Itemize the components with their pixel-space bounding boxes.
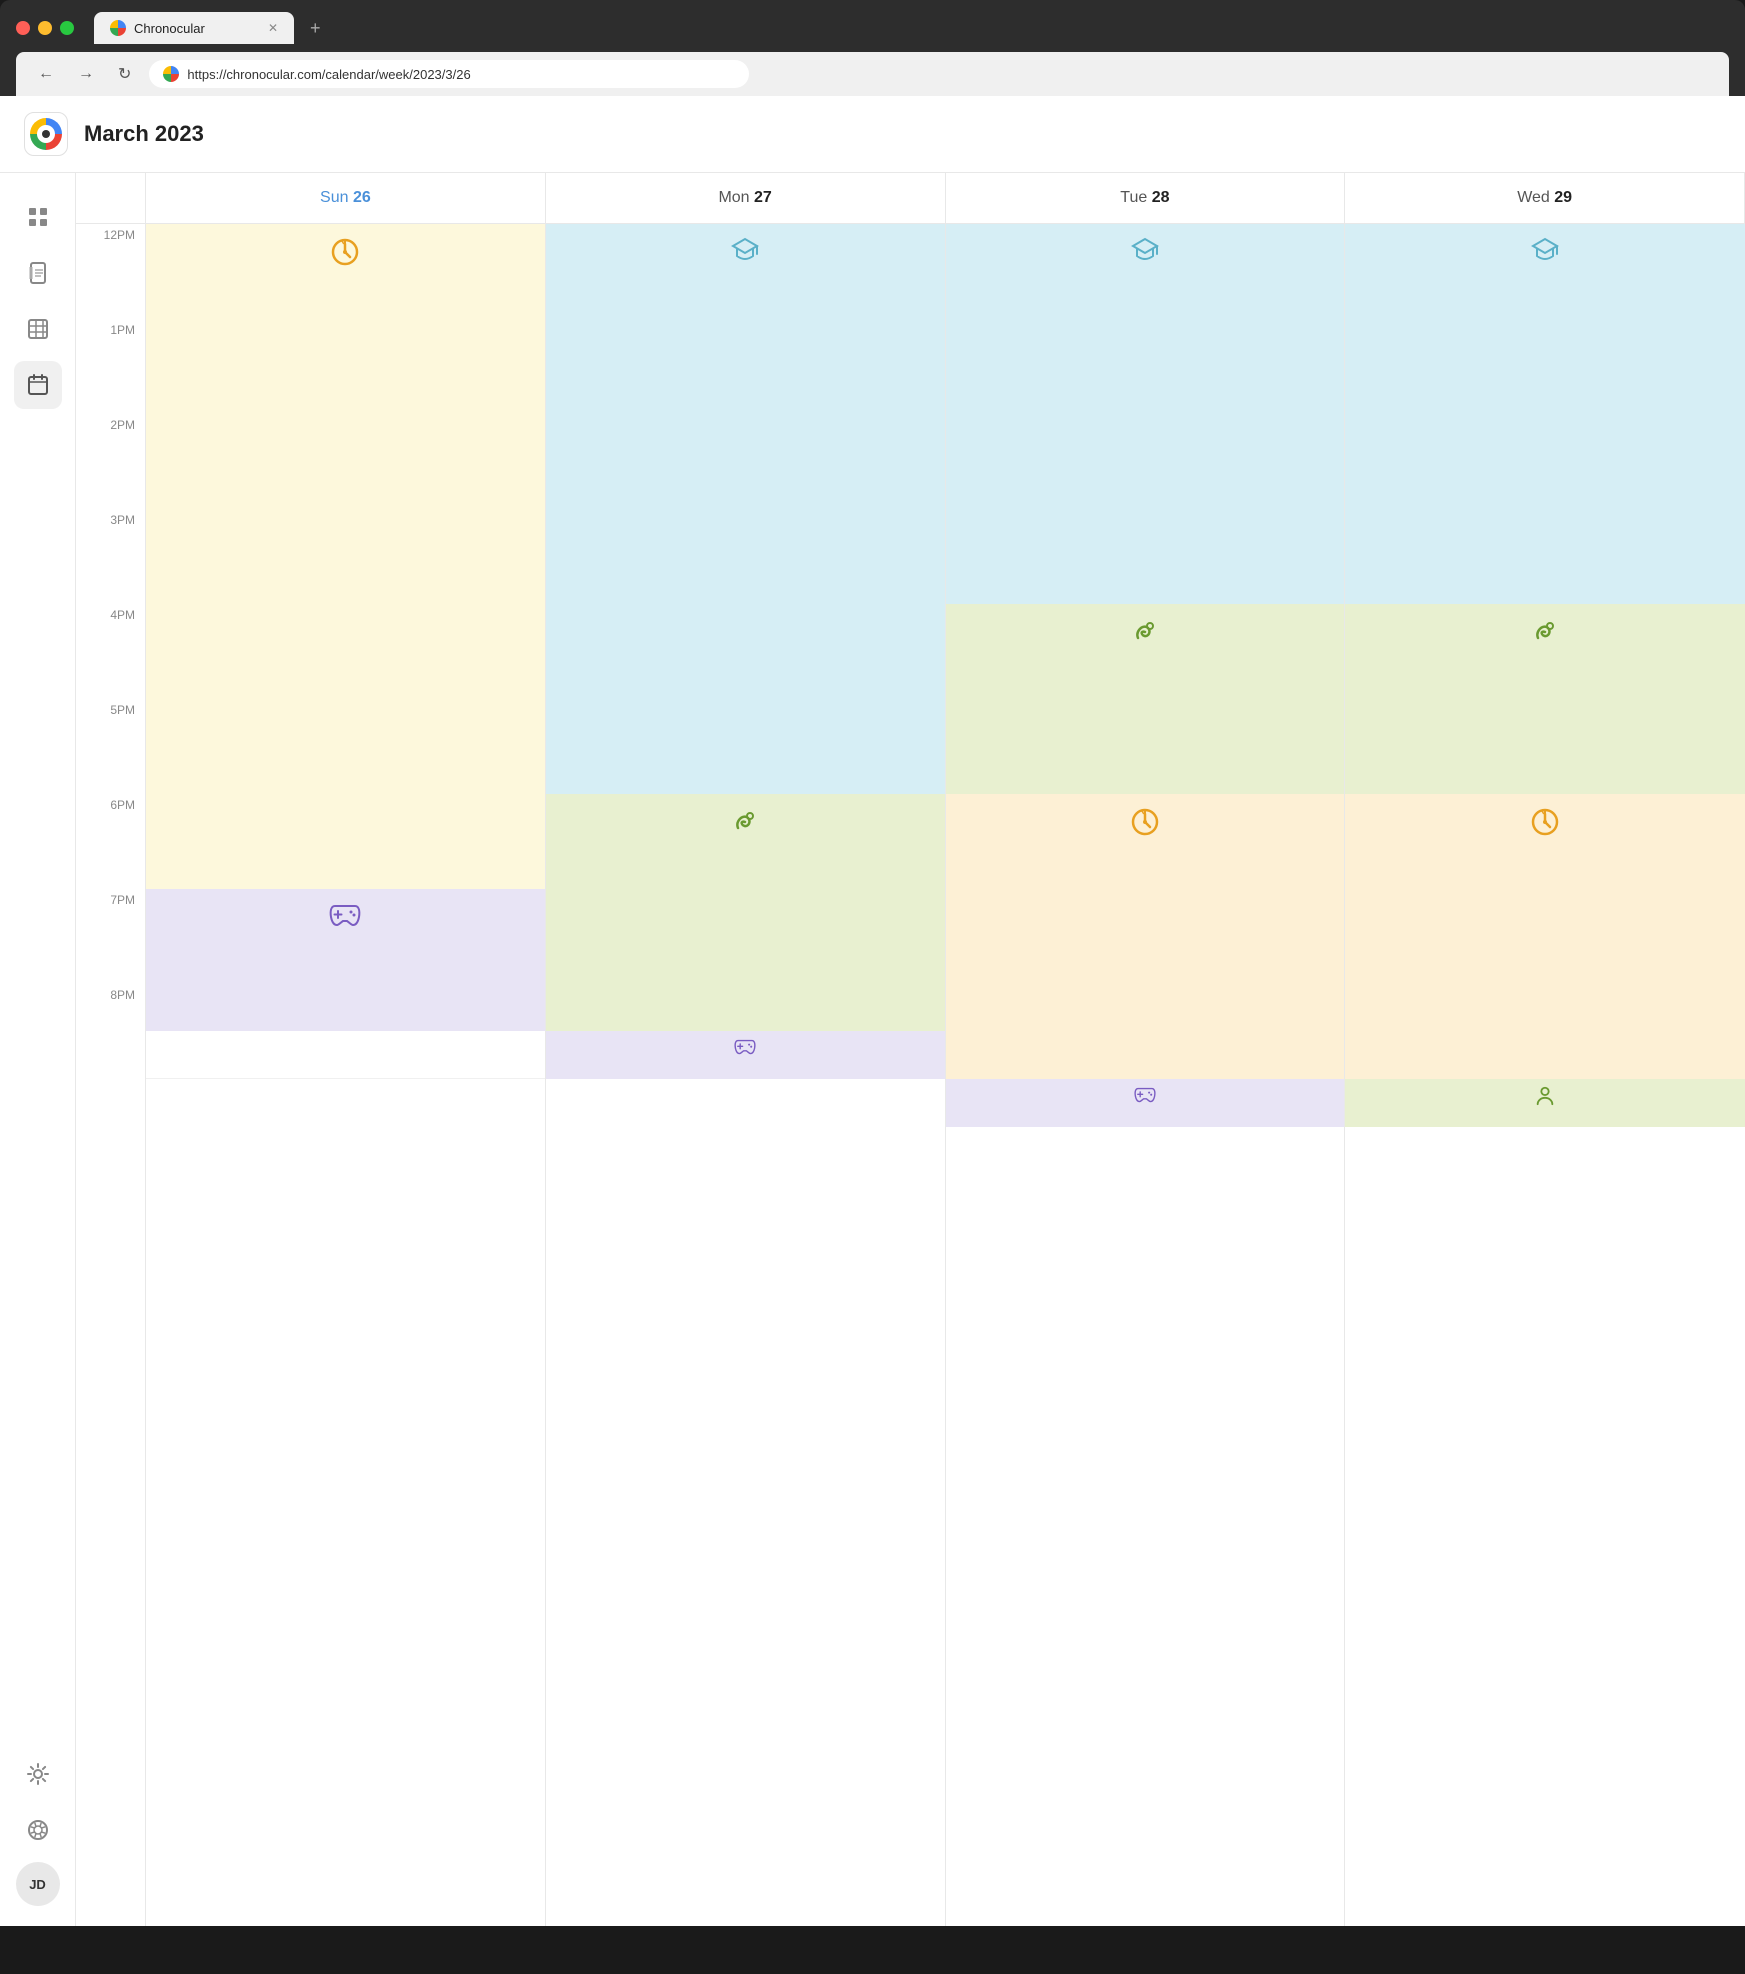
- event-wed29-goal[interactable]: [1345, 794, 1745, 1079]
- forward-button[interactable]: →: [72, 61, 100, 87]
- time-label-8pm: 8PM: [76, 984, 145, 1079]
- refresh-button[interactable]: ↻: [112, 60, 137, 88]
- day-column-mon27[interactable]: [546, 224, 946, 1926]
- time-label-5pm: 5PM: [76, 699, 145, 794]
- address-bar[interactable]: https://chronocular.com/calendar/week/20…: [149, 60, 749, 88]
- day-num-27: 27: [754, 189, 772, 206]
- calendar-grid: 12PM 1PM 2PM 3PM 4PM 5PM 6PM 7PM 8PM: [76, 224, 1745, 1926]
- goal-icon-tue: [1129, 806, 1161, 838]
- event-mon27-study[interactable]: [546, 224, 945, 794]
- tab-title: Chronocular: [134, 21, 205, 36]
- day-column-tue28[interactable]: [946, 224, 1346, 1926]
- day-header-tue28: Tue 28: [946, 173, 1346, 223]
- event-wed29-fitness[interactable]: [1345, 604, 1745, 794]
- traffic-light-green[interactable]: [60, 21, 74, 35]
- app-logo: [24, 112, 68, 156]
- goal-icon-wed: [1529, 806, 1561, 838]
- tab-close-button[interactable]: ✕: [268, 21, 278, 35]
- gaming-icon: [329, 901, 361, 927]
- sidebar-item-brightness[interactable]: [14, 1750, 62, 1798]
- gaming-icon-tue: [1134, 1085, 1156, 1103]
- fitness-icon-tue: [1130, 616, 1160, 646]
- sidebar-item-help[interactable]: [14, 1806, 62, 1854]
- person-icon-wed: [1534, 1085, 1556, 1107]
- day-name-sun: Sun: [320, 189, 353, 206]
- day-header-sun26: Sun 26: [146, 173, 546, 223]
- traffic-light-yellow[interactable]: [38, 21, 52, 35]
- study-icon-wed: [1530, 236, 1560, 262]
- event-sun26-gaming[interactable]: [146, 889, 545, 1031]
- event-wed29-study[interactable]: [1345, 224, 1745, 604]
- address-security-icon: [163, 66, 179, 82]
- tab-favicon: [110, 20, 126, 36]
- sidebar: JD: [0, 173, 76, 1926]
- event-tue28-study[interactable]: [946, 224, 1345, 604]
- time-gutter: 12PM 1PM 2PM 3PM 4PM 5PM 6PM 7PM 8PM: [76, 224, 146, 1926]
- event-wed29-person[interactable]: [1345, 1079, 1745, 1127]
- sidebar-item-calendar-dots[interactable]: [14, 193, 62, 241]
- event-tue28-goal[interactable]: [946, 794, 1345, 1079]
- day-num-29: 29: [1554, 189, 1572, 206]
- time-label-6pm: 6PM: [76, 794, 145, 889]
- time-gutter-header: [76, 173, 146, 223]
- event-tue28-fitness[interactable]: [946, 604, 1345, 794]
- new-tab-button[interactable]: +: [302, 14, 329, 43]
- day-name-wed: Wed: [1517, 189, 1554, 206]
- event-mon27-gaming[interactable]: [546, 1031, 945, 1079]
- active-tab[interactable]: Chronocular ✕: [94, 12, 294, 44]
- day-num-28: 28: [1152, 189, 1170, 206]
- study-icon: [730, 236, 760, 262]
- day-name-mon: Mon: [718, 189, 754, 206]
- url-text: https://chronocular.com/calendar/week/20…: [187, 67, 470, 82]
- day-num-26: 26: [353, 189, 371, 206]
- time-label-7pm: 7PM: [76, 889, 145, 984]
- gaming-icon-small: [734, 1037, 756, 1055]
- event-tue28-gaming[interactable]: [946, 1079, 1345, 1127]
- day-header-mon27: Mon 27: [546, 173, 946, 223]
- day-name-tue: Tue: [1120, 189, 1151, 206]
- time-label-12pm: 12PM: [76, 224, 145, 319]
- app-header: March 2023: [0, 96, 1745, 173]
- time-label-3pm: 3PM: [76, 509, 145, 604]
- calendar-day-headers: Sun 26 Mon 27 Tue 28 Wed 29: [76, 173, 1745, 224]
- traffic-light-red[interactable]: [16, 21, 30, 35]
- time-label-1pm: 1PM: [76, 319, 145, 414]
- sidebar-item-notebook[interactable]: [14, 249, 62, 297]
- time-label-4pm: 4PM: [76, 604, 145, 699]
- day-column-sun26[interactable]: [146, 224, 546, 1926]
- fitness-icon: [730, 806, 760, 836]
- user-avatar[interactable]: JD: [16, 1862, 60, 1906]
- study-icon-tue: [1130, 236, 1160, 262]
- app-title: March 2023: [84, 121, 204, 147]
- event-mon27-fitness[interactable]: [546, 794, 945, 1031]
- day-column-wed29[interactable]: [1345, 224, 1745, 1926]
- event-sun26-goal[interactable]: [146, 224, 545, 889]
- back-button[interactable]: ←: [32, 61, 60, 87]
- sidebar-item-week-view[interactable]: [14, 361, 62, 409]
- calendar-area: Sun 26 Mon 27 Tue 28 Wed 29 12PM 1PM: [76, 173, 1745, 1926]
- day-header-wed29: Wed 29: [1345, 173, 1745, 223]
- fitness-icon-wed: [1530, 616, 1560, 646]
- goal-icon: [329, 236, 361, 268]
- sidebar-item-table[interactable]: [14, 305, 62, 353]
- time-label-2pm: 2PM: [76, 414, 145, 509]
